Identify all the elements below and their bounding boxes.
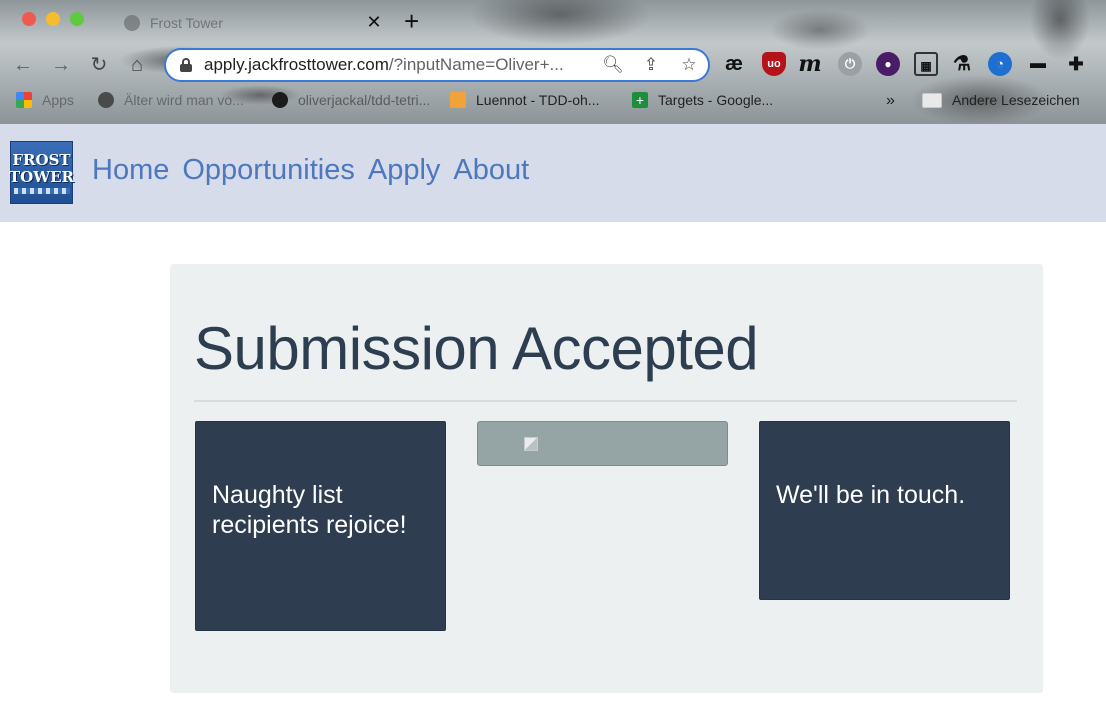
url-path: /?inputName=Oliver+... — [388, 55, 564, 74]
bookmark-item[interactable]: Älter wird man vo... — [98, 92, 244, 108]
logo-line: TOWER — [9, 167, 74, 186]
puzzle-icon[interactable]: ✚ — [1064, 52, 1088, 76]
main-nav: Home Opportunities Apply About — [92, 154, 542, 187]
ublock-shield-icon[interactable]: uo — [762, 52, 786, 76]
forward-arrow-icon[interactable]: → — [48, 52, 74, 78]
back-arrow-icon[interactable]: ← — [10, 52, 36, 78]
clock-extension-icon[interactable]: ◔ — [988, 52, 1012, 76]
nav-apply[interactable]: Apply — [368, 154, 441, 187]
github-icon — [272, 92, 288, 108]
reload-icon[interactable]: ↻ — [86, 52, 112, 78]
submission-panel: Submission Accepted Naughty list recipie… — [170, 264, 1043, 693]
flask-icon[interactable]: ⚗ — [950, 52, 974, 76]
tab-title: Frost Tower — [150, 15, 223, 31]
share-icon[interactable]: ⇪ — [640, 55, 662, 75]
zoom-icon[interactable]: 🔍︎ — [602, 55, 624, 75]
nav-about[interactable]: About — [453, 154, 529, 187]
window-minimize-button[interactable] — [46, 12, 60, 26]
left-message-text: Naughty list recipients rejoice! — [212, 481, 407, 539]
image-container — [477, 421, 728, 466]
folder-icon — [922, 92, 942, 108]
right-message-box: We'll be in touch. — [759, 421, 1010, 600]
url-host: apply.jackfrosttower.com — [204, 55, 389, 74]
nav-opportunities[interactable]: Opportunities — [182, 154, 355, 187]
bookmarks-bar: Apps Älter wird man vo... oliverjackal/t… — [0, 88, 1106, 116]
logo-stripes — [13, 187, 70, 194]
globe-icon — [98, 92, 114, 108]
page-title: Submission Accepted — [194, 315, 759, 382]
window-close-button[interactable] — [22, 12, 36, 26]
bookmark-item[interactable]: oliverjackal/tdd-tetri... — [272, 92, 430, 108]
logo-line: FROST — [12, 150, 71, 169]
frost-tower-logo[interactable]: FROST TOWER — [9, 141, 74, 204]
other-bookmarks[interactable]: Andere Lesezeichen — [922, 92, 1080, 108]
circle-extension-icon[interactable]: ● — [876, 52, 900, 76]
address-bar[interactable]: apply.jackfrosttower.com/?inputName=Oliv… — [164, 48, 710, 82]
left-message-box: Naughty list recipients rejoice! — [195, 421, 446, 631]
mask-extension-icon[interactable]: ▬ — [1026, 52, 1050, 76]
right-message-text: We'll be in touch. — [776, 481, 966, 509]
ae-extension-icon[interactable]: æ — [722, 52, 746, 76]
new-tab-button[interactable]: + — [404, 6, 419, 36]
bookmarks-overflow-button[interactable]: » — [886, 92, 895, 110]
home-icon[interactable]: ⌂ — [124, 52, 150, 78]
nav-home[interactable]: Home — [92, 154, 169, 187]
apps-grid-icon — [16, 92, 32, 108]
site-header: FROST TOWER Home Opportunities Apply Abo… — [0, 124, 1106, 222]
address-url[interactable]: apply.jackfrosttower.com/?inputName=Oliv… — [204, 55, 564, 75]
bookmark-item[interactable]: Luennot - TDD-oh... — [450, 92, 599, 108]
orange-square-icon — [450, 92, 466, 108]
divider — [194, 400, 1017, 402]
power-extension-icon[interactable]: ⏻ — [838, 52, 862, 76]
bookmark-item[interactable]: + Targets - Google... — [632, 92, 773, 108]
broken-image-icon — [524, 437, 538, 451]
window-maximize-button[interactable] — [70, 12, 84, 26]
star-icon[interactable]: ☆ — [678, 55, 700, 75]
browser-chrome: Frost Tower ✕ + ← → ↻ ⌂ apply.jackfrostt… — [0, 0, 1106, 124]
m-extension-icon[interactable]: m — [798, 52, 822, 76]
browser-tab[interactable]: Frost Tower ✕ — [108, 4, 396, 42]
sheets-icon: + — [632, 92, 648, 108]
globe-icon — [124, 15, 140, 31]
grid-extension-icon[interactable]: ▦ — [914, 52, 938, 76]
lock-icon[interactable] — [180, 58, 192, 72]
close-icon[interactable]: ✕ — [364, 12, 384, 33]
bookmark-apps[interactable]: Apps — [16, 92, 74, 108]
